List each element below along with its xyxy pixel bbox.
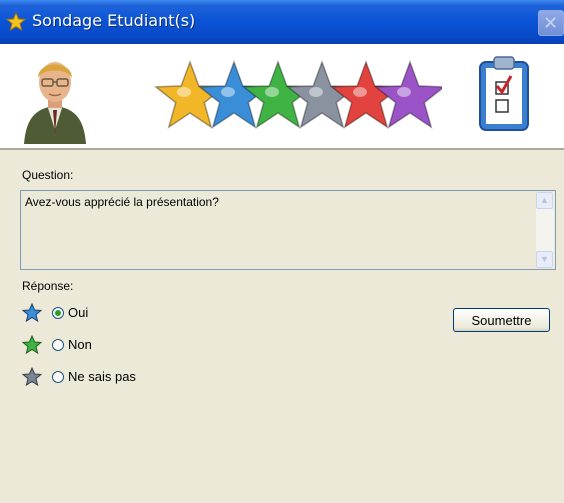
window-title: Sondage Etudiant(s) <box>32 11 196 30</box>
gray-star-icon <box>22 367 42 387</box>
question-scrollbar[interactable]: ▲ ▼ <box>536 192 554 268</box>
banner-star-highlight <box>221 87 235 97</box>
submit-button[interactable]: Soumettre <box>453 308 550 332</box>
survey-window: Sondage Etudiant(s) ✕ Question: Avez-vou… <box>0 0 564 503</box>
header-banner <box>0 44 564 150</box>
radio-oui[interactable] <box>52 307 64 319</box>
close-button[interactable]: ✕ <box>538 10 564 36</box>
checklist-clipboard-icon <box>479 56 529 131</box>
response-label: Réponse: <box>22 279 74 293</box>
question-textarea[interactable]: Avez-vous apprécié la présentation? ▲ ▼ <box>20 190 556 270</box>
close-icon: ✕ <box>543 13 559 33</box>
banner-star-highlight <box>309 87 323 97</box>
star-icon <box>6 12 26 32</box>
banner-star-highlight <box>177 87 191 97</box>
scroll-up-icon[interactable]: ▲ <box>536 192 553 209</box>
title-bar[interactable]: Sondage Etudiant(s) ✕ <box>0 0 564 44</box>
question-text: Avez-vous apprécié la présentation? <box>25 195 219 209</box>
scroll-down-icon[interactable]: ▼ <box>536 251 553 268</box>
teacher-avatar-icon <box>24 62 86 144</box>
green-star-icon <box>22 335 42 355</box>
option-label: Ne sais pas <box>68 369 136 384</box>
banner-star-highlight <box>397 87 411 97</box>
radio-non[interactable] <box>52 339 64 351</box>
option-label: Oui <box>68 305 89 320</box>
radio-ne-sais-pas[interactable] <box>52 371 64 383</box>
banner-star-highlight <box>353 87 367 97</box>
option-label: Non <box>68 337 92 352</box>
question-label: Question: <box>22 168 74 182</box>
rating-stars-icon <box>153 59 442 129</box>
banner-star-highlight <box>265 87 279 97</box>
blue-star-icon <box>22 303 42 323</box>
